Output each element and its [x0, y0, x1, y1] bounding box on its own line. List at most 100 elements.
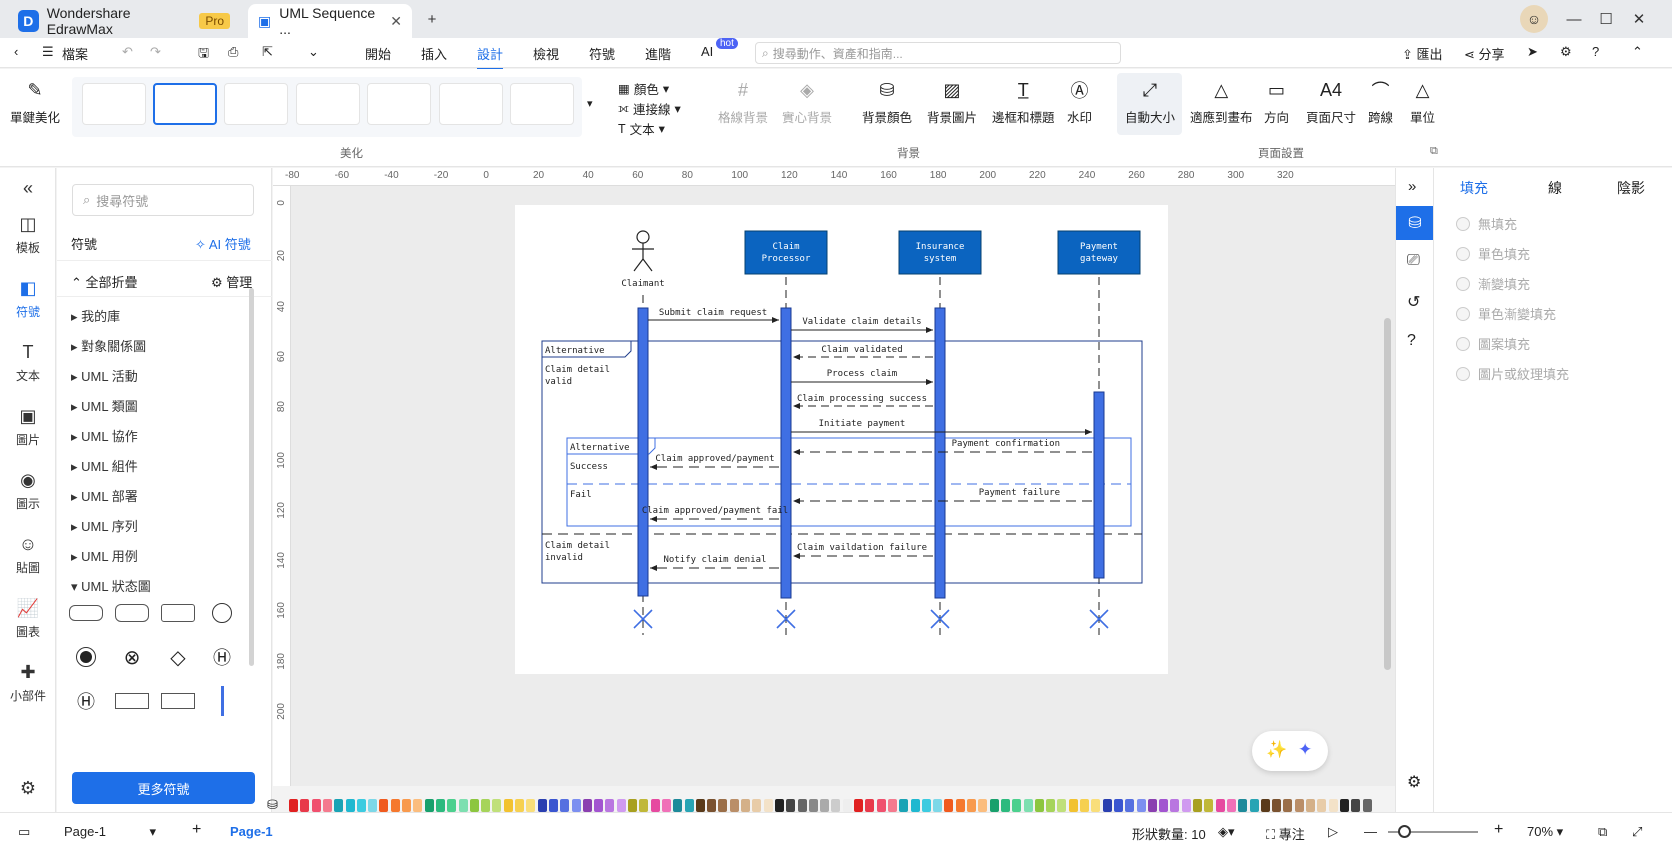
app-tab[interactable]: D Wondershare EdrawMax Pro [8, 4, 240, 38]
radio-button[interactable] [1456, 336, 1470, 351]
color-swatch[interactable] [1272, 799, 1282, 812]
print-icon[interactable]: ⎙ [228, 44, 238, 60]
color-swatch[interactable] [345, 799, 355, 812]
color-swatch[interactable] [899, 799, 909, 812]
theme-style-2[interactable] [153, 83, 217, 125]
color-swatch[interactable] [571, 799, 581, 812]
color-swatch[interactable] [718, 799, 728, 812]
rail-item-images[interactable]: ▣ 圖片 [0, 406, 56, 448]
tab-line[interactable]: 線 [1548, 178, 1562, 198]
color-swatch[interactable] [1226, 799, 1236, 812]
fill-option[interactable]: 單色漸變填充 [1456, 304, 1556, 323]
background-color-button[interactable]: ⛁ 背景顏色 [862, 79, 912, 126]
auto-size-button[interactable]: ⤢ 自動大小 [1125, 79, 1175, 126]
undo-icon[interactable]: ↶ [122, 44, 133, 60]
library-item[interactable]: ▸ 對象關係圖 [71, 336, 146, 355]
color-swatch[interactable] [989, 799, 999, 812]
help-icon[interactable]: ? [1592, 44, 1599, 59]
more-down-icon[interactable]: ⌄ [308, 44, 319, 60]
color-swatch[interactable] [469, 799, 479, 812]
color-swatch[interactable] [435, 799, 445, 812]
page-select-dropdown[interactable]: Page-1 ▾ [64, 824, 156, 840]
play-icon[interactable]: ▷ [1328, 824, 1338, 840]
close-tab-icon[interactable]: ✕ [390, 13, 402, 30]
color-swatch[interactable] [684, 799, 694, 812]
theme-style-4[interactable] [296, 83, 360, 125]
color-swatch[interactable] [289, 799, 298, 812]
color-swatch[interactable] [639, 799, 649, 812]
color-swatch[interactable] [548, 799, 558, 812]
zoom-slider-handle[interactable] [1398, 825, 1411, 838]
theme-style-1[interactable] [82, 83, 146, 125]
collapse-ribbon-icon[interactable]: ⌃ [1632, 44, 1643, 60]
color-swatch[interactable] [1113, 799, 1123, 812]
symbol-search-input[interactable]: ⌕ 搜尋符號 [72, 184, 254, 216]
fill-option[interactable]: 無填充 [1456, 214, 1517, 233]
color-swatch[interactable] [1181, 799, 1191, 812]
color-swatch[interactable] [1023, 799, 1033, 812]
theme-style-5[interactable] [367, 83, 431, 125]
color-swatch[interactable] [1215, 799, 1225, 812]
connector-dropdown[interactable]: ⟗ 連接線 ▾ [618, 99, 681, 118]
theme-style-3[interactable] [224, 83, 288, 125]
orientation-button[interactable]: ▭ 方向 [1264, 79, 1289, 126]
color-swatch[interactable] [820, 799, 830, 812]
color-swatch[interactable] [729, 799, 739, 812]
rail-item-charts[interactable]: 📈 圖表 [0, 598, 56, 640]
color-swatch[interactable] [560, 799, 570, 812]
color-swatch[interactable] [831, 799, 841, 812]
color-swatch[interactable] [673, 799, 683, 812]
symbol-panel-scrollbar[interactable] [249, 288, 254, 666]
rail-settings-gear-icon[interactable]: ⚙ [0, 778, 56, 799]
redo-icon[interactable]: ↷ [150, 44, 161, 60]
color-swatch[interactable] [402, 799, 411, 812]
text-dropdown[interactable]: T 文本 ▾ [618, 119, 665, 138]
color-swatch[interactable] [492, 799, 502, 812]
hamburger-icon[interactable]: ☰ [42, 44, 54, 60]
color-swatch[interactable] [379, 799, 389, 812]
color-swatch[interactable] [887, 799, 897, 812]
canvas-area[interactable]: -80 -60 -40 -20 0 20 40 60 80 100 120 140 160 180 200 2… [273, 168, 1395, 786]
color-swatch[interactable] [707, 799, 717, 812]
library-item[interactable]: ▸ UML 活動 [71, 366, 138, 385]
color-swatch[interactable] [1283, 799, 1293, 812]
color-swatch[interactable] [413, 799, 423, 812]
composite-state-shape[interactable] [113, 682, 151, 720]
color-swatch[interactable] [1034, 799, 1044, 812]
color-swatch[interactable] [763, 799, 773, 812]
more-symbols-button[interactable]: 更多符號 [72, 772, 255, 804]
color-swatch[interactable] [1057, 799, 1067, 812]
collapse-panel-icon[interactable]: « [0, 178, 56, 199]
color-swatch[interactable] [356, 799, 366, 812]
book-view-icon[interactable]: ⧉ [1598, 824, 1607, 840]
color-swatch[interactable] [526, 799, 536, 812]
page-setup-dialog-launcher-icon[interactable]: ⧉ [1430, 145, 1438, 158]
color-swatch[interactable] [605, 799, 615, 812]
color-swatch[interactable] [616, 799, 626, 812]
ai-symbols-button[interactable]: ✧ AI 符號 [195, 234, 251, 253]
file-menu[interactable]: 檔案 [62, 44, 88, 63]
jump-line-button[interactable]: ⌒ 跨線 [1368, 79, 1393, 126]
color-swatch[interactable] [322, 799, 332, 812]
menu-view[interactable]: 檢視 [533, 44, 559, 63]
note-shape[interactable] [159, 682, 197, 720]
color-swatch[interactable] [582, 799, 592, 812]
layers-icon[interactable]: ◈▾ [1218, 824, 1235, 840]
help-circle-icon[interactable]: ? [1407, 332, 1416, 350]
library-item-expanded[interactable]: ▾ UML 狀态圖 [71, 576, 151, 595]
color-swatch[interactable] [594, 799, 604, 812]
color-swatch[interactable] [808, 799, 818, 812]
fork-bar-shape[interactable] [203, 682, 241, 720]
minimize-icon[interactable]: — [1562, 8, 1586, 30]
color-swatch[interactable] [1328, 799, 1338, 812]
back-icon[interactable]: ‹ [14, 44, 18, 59]
collapse-all-button[interactable]: ⌃ 全部折疊 [71, 272, 138, 291]
color-swatch[interactable] [978, 799, 988, 812]
rail-item-icons[interactable]: ◉ 圖示 [0, 470, 56, 512]
radio-button[interactable] [1456, 246, 1470, 261]
export-quick-icon[interactable]: ⇱ [262, 44, 273, 60]
library-item[interactable]: ▸ UML 序列 [71, 516, 138, 535]
color-swatch[interactable] [752, 799, 762, 812]
grid-background-button[interactable]: # 格線背景 [718, 79, 768, 126]
final-state-shape[interactable] [67, 638, 105, 676]
